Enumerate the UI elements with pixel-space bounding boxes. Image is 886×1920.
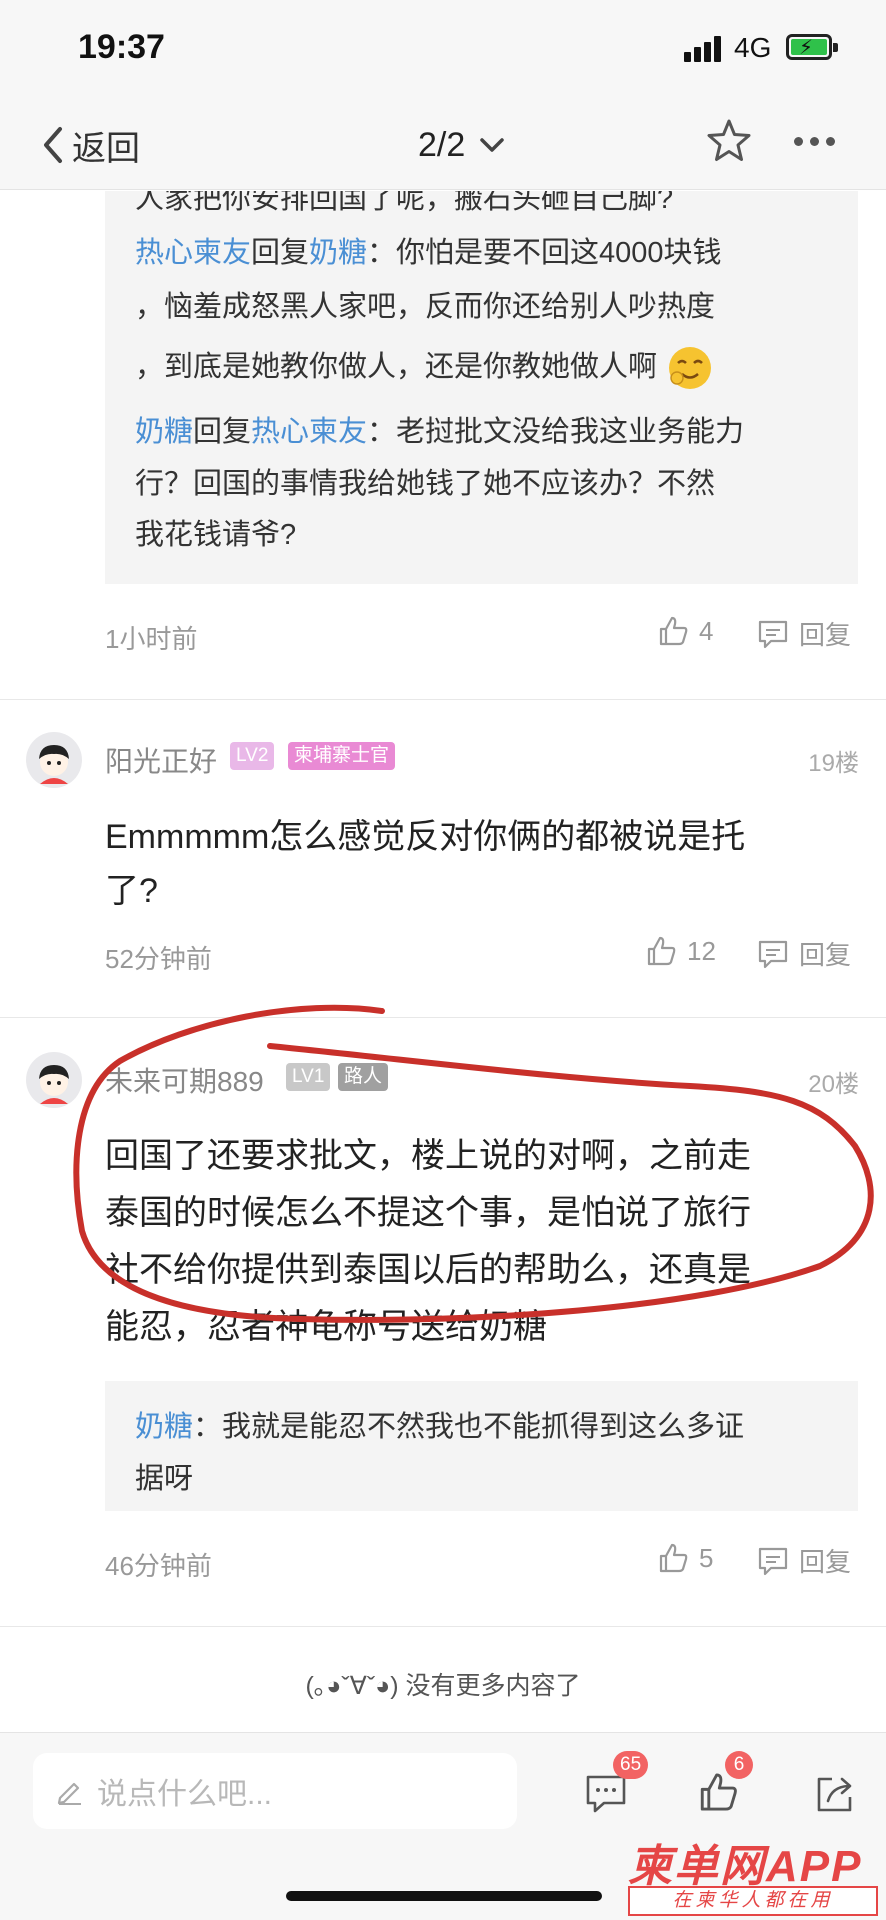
reply-box: 奶糖：我就是能忍不然我也不能抓得到这么多证 据呀 [105, 1381, 858, 1511]
like-count: 12 [687, 935, 716, 966]
comment-input[interactable]: 说点什么吧... [33, 1753, 517, 1829]
reply-button[interactable]: 回复 [757, 935, 851, 972]
share-button[interactable] [814, 1773, 856, 1820]
network-label: 4G [734, 32, 772, 63]
reply-author-link[interactable]: 奶糖 [135, 416, 193, 448]
page-indicator-label: 2/2 [418, 125, 466, 164]
watermark-logo: 柬单网APP 在柬华人都在用 [628, 1830, 878, 1916]
reply-line: 奶糖：我就是能忍不然我也不能抓得到这么多证 [135, 1411, 745, 1443]
comment-body: 泰国的时候怎么不提这个事，是怕说了旅行 [105, 1194, 751, 1232]
user-tag: 柬埔寨士官 [288, 742, 396, 770]
share-icon [817, 1777, 852, 1812]
chevron-down-icon [480, 138, 505, 152]
watermark-main: 柬单网APP [628, 1842, 863, 1891]
username[interactable]: 阳光正好 [105, 740, 217, 780]
floor-number: 19楼 [808, 750, 859, 777]
reply-label: 回复 [799, 940, 852, 970]
comment-body: 了? [105, 872, 158, 910]
level-badge: LV1 [286, 1063, 331, 1091]
status-bar: 19:37 4G ⚡ [0, 0, 886, 100]
signal-icon [684, 36, 724, 62]
thumb-up-icon [647, 936, 676, 966]
like-button[interactable]: 4 [657, 615, 713, 647]
reply-author-link[interactable]: 奶糖 [135, 1411, 193, 1443]
divider [0, 1626, 886, 1627]
like-button[interactable]: 12 [645, 935, 716, 967]
comment-time: 52分钟前 [105, 944, 212, 974]
watermark-sub: 在柬华人都在用 [628, 1886, 878, 1916]
chevron-left-icon [44, 127, 62, 163]
like-count: 5 [699, 1542, 714, 1573]
user-tag: 路人 [338, 1063, 389, 1091]
star-icon[interactable] [706, 118, 752, 164]
like-post-button[interactable]: 6 [697, 1751, 753, 1818]
back-label: 返回 [72, 129, 140, 168]
end-of-list-tip: (｡◕ˇ∀ˇ◕) 没有更多内容了 [305, 1672, 581, 1700]
reply-line: 行？回国的事情我给她钱了她不应该办？不然 [135, 468, 716, 500]
back-button[interactable]: 返回 [40, 120, 140, 170]
comment-body: 能忍，忍者神龟称号送给奶糖 [105, 1308, 547, 1346]
reply-label: 回复 [799, 620, 852, 650]
comment-list: 人家把你安排回国了呢，搬石头砸自己脚? 热心柬友回复奶糖：你怕是要不回这4000… [0, 191, 886, 1731]
like-button[interactable]: 5 [657, 1542, 713, 1574]
thumb-up-icon [659, 1543, 688, 1573]
comment-icon [758, 940, 788, 968]
more-icon[interactable] [794, 137, 835, 146]
divider [0, 1017, 886, 1018]
comment-icon [758, 1547, 788, 1575]
nav-bar: 返回 2/2 [0, 100, 886, 190]
reply-line: 热心柬友回复奶糖：你怕是要不回这4000块钱 [135, 237, 722, 269]
reply-line: 人家把你安排回国了呢，搬石头砸自己脚? [135, 191, 674, 215]
comment-input-placeholder: 说点什么吧... [97, 1778, 273, 1811]
reply-line: 我花钱请爷? [135, 519, 297, 551]
comment-time: 46分钟前 [105, 1551, 212, 1581]
avatar[interactable] [26, 1052, 82, 1108]
reply-author-link[interactable]: 热心柬友 [135, 237, 251, 269]
avatar[interactable] [26, 732, 82, 788]
pencil-icon [57, 1782, 81, 1805]
comment-body: Emmmmm怎么感觉反对你俩的都被说是托 [105, 818, 746, 856]
home-indicator [286, 1891, 602, 1901]
thumb-up-icon [659, 616, 688, 646]
like-count-badge: 6 [725, 1751, 753, 1779]
comment-icon [586, 1775, 626, 1813]
level-badge: LV2 [230, 742, 275, 770]
battery-icon: ⚡ [786, 34, 838, 60]
reply-line: 据呀 [135, 1463, 194, 1495]
comment-time: 1小时前 [105, 624, 198, 654]
comment-body: 回国了还要求批文，楼上说的对啊，之前走 [105, 1137, 751, 1175]
comment-count-badge: 65 [613, 1751, 649, 1779]
reply-box: 人家把你安排回国了呢，搬石头砸自己脚? 热心柬友回复奶糖：你怕是要不回这4000… [105, 191, 858, 584]
reply-line: ，到底是她教你做人，还是你教她做人啊 [135, 343, 713, 391]
reply-target-link[interactable]: 热心柬友 [251, 416, 367, 448]
floor-number: 20楼 [808, 1071, 859, 1098]
comment-icon [758, 620, 788, 648]
page-indicator[interactable]: 2/2 [418, 120, 505, 170]
status-time: 19:37 [78, 28, 165, 66]
divider [0, 699, 886, 700]
comment-body: 社不给你提供到泰国以后的帮助么，还真是 [105, 1251, 751, 1289]
reply-line: ，恼羞成怒黑人家吧，反而你还给别人吵热度 [135, 291, 716, 323]
reply-button[interactable]: 回复 [757, 615, 851, 652]
reply-button[interactable]: 回复 [757, 1542, 851, 1579]
reply-target-link[interactable]: 奶糖 [309, 237, 367, 269]
username[interactable]: 未来可期889 [105, 1060, 264, 1100]
comments-button[interactable]: 65 [585, 1751, 649, 1820]
reply-line: 奶糖回复热心柬友：老挝批文没给我这业务能力 [135, 416, 745, 448]
like-count: 4 [699, 615, 714, 646]
emoji-icon [669, 347, 712, 390]
reply-label: 回复 [799, 1547, 852, 1577]
